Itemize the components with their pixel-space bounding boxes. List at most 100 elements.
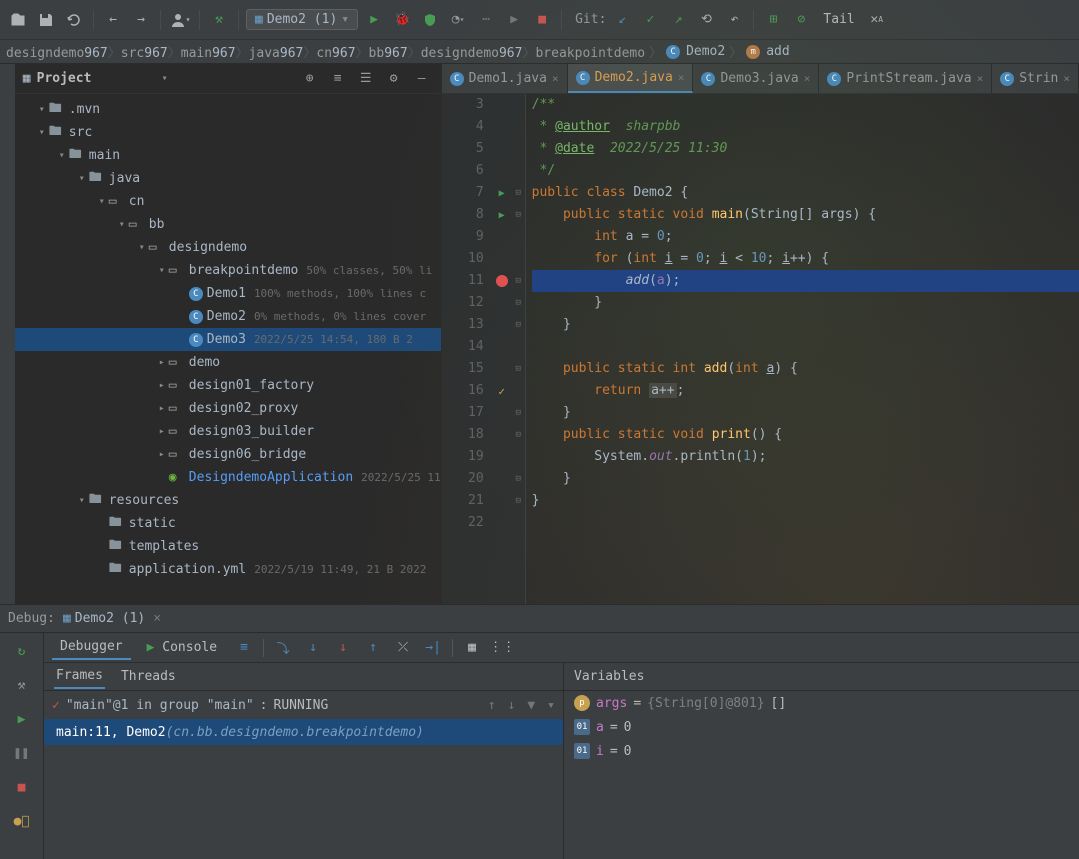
breadcrumb-item[interactable]: breakpointdemo: [535, 46, 645, 61]
refresh-icon[interactable]: [62, 8, 86, 32]
run-config-selector[interactable]: ▦ Demo2 (1) ▾: [246, 9, 358, 30]
user-icon[interactable]: ▾: [168, 8, 192, 32]
tree-item[interactable]: ▾ ▭ bb: [15, 213, 441, 236]
tab-file[interactable]: CDemo3.java×: [693, 64, 819, 93]
tree-item[interactable]: ▸ ▭ demo: [15, 351, 441, 374]
tree-item[interactable]: ▾ 🖿 java: [15, 167, 441, 190]
close-tab-icon[interactable]: ×: [552, 72, 559, 85]
project-title[interactable]: Project: [37, 71, 156, 86]
tree-item[interactable]: ▸ ▭ design03_builder: [15, 420, 441, 443]
tree-item[interactable]: ▸ ▭ design02_proxy: [15, 397, 441, 420]
step-over-icon[interactable]: ⤵: [272, 637, 294, 659]
undo-icon[interactable]: ↶: [722, 8, 746, 32]
tab-debugger[interactable]: Debugger: [52, 635, 131, 660]
tree-item[interactable]: ◉ DesigndemoApplication 2022/5/25 11: [15, 466, 441, 489]
drop-frame-icon[interactable]: ⤫: [392, 637, 414, 659]
build-icon[interactable]: ⚒: [207, 8, 231, 32]
tab-file[interactable]: CDemo1.java×: [442, 64, 568, 93]
tree-item[interactable]: C Demo1 100% methods, 100% lines c: [15, 282, 441, 305]
tree-item[interactable]: ▾ 🖿 src: [15, 121, 441, 144]
open-icon[interactable]: [6, 8, 30, 32]
modify-icon[interactable]: ⚒: [10, 673, 34, 697]
tree-item[interactable]: 🖿 application.yml 2022/5/19 11:49, 21 B …: [15, 558, 441, 581]
close-tab-icon[interactable]: ×: [678, 71, 685, 84]
close-tab-icon[interactable]: ×: [977, 72, 984, 85]
fold-column[interactable]: ⊟⊟⊟⊟⊟⊟⊟⊟⊟⊟: [512, 94, 526, 604]
trace-icon[interactable]: ⋮⋮: [491, 637, 513, 659]
breadcrumb-item[interactable]: src: [121, 46, 144, 61]
tail-label[interactable]: Tail: [823, 12, 854, 27]
git-history-icon[interactable]: ⟲: [694, 8, 718, 32]
breadcrumb-item[interactable]: designdemo: [6, 46, 84, 61]
breadcrumb-item[interactable]: designdemo: [421, 46, 499, 61]
breadcrumb-item[interactable]: bb: [369, 46, 385, 61]
tree-item[interactable]: ▾ ▭ designdemo: [15, 236, 441, 259]
evaluate-icon[interactable]: ▦: [461, 637, 483, 659]
step-into-icon[interactable]: ↓: [302, 637, 324, 659]
run-to-cursor-icon[interactable]: →|: [422, 637, 444, 659]
variable-row[interactable]: 01 i = 0: [564, 739, 1079, 763]
save-icon[interactable]: [34, 8, 58, 32]
project-dropdown-icon[interactable]: ▾: [162, 73, 168, 84]
close-icon[interactable]: ×: [153, 611, 161, 626]
step-icon[interactable]: ▶: [502, 8, 526, 32]
project-view-icon[interactable]: ▦: [23, 71, 31, 86]
no-icon[interactable]: ⊘: [789, 8, 813, 32]
expand-icon[interactable]: ≡: [327, 68, 349, 90]
line-gutter[interactable]: 345678910111213141516171819202122: [442, 94, 492, 604]
tab-frames[interactable]: Frames: [54, 664, 105, 689]
tab-file[interactable]: CDemo2.java×: [568, 64, 694, 93]
run-icon[interactable]: ▶: [362, 8, 386, 32]
tree-item[interactable]: C Demo2 0% methods, 0% lines cover: [15, 305, 441, 328]
coverage-icon[interactable]: [418, 8, 442, 32]
force-step-icon[interactable]: ↓: [332, 637, 354, 659]
prev-frame-icon[interactable]: ↑: [488, 698, 496, 713]
variable-row[interactable]: p args = {String[0]@801} []: [564, 691, 1079, 715]
tree-item[interactable]: ▸ ▭ design06_bridge: [15, 443, 441, 466]
tree-item[interactable]: C Demo3 2022/5/25 14:54, 180 B 2: [15, 328, 441, 351]
tab-file[interactable]: CPrintStream.java×: [819, 64, 992, 93]
tree-item[interactable]: 🖿 static: [15, 512, 441, 535]
resume-icon[interactable]: ▶: [10, 707, 34, 731]
tab-threads[interactable]: Threads: [119, 665, 178, 688]
code-editor[interactable]: /** * @author sharpbb * @date 2022/5/25 …: [526, 94, 1079, 604]
project-tree[interactable]: ▾ 🖿 .mvn ▾ 🖿 src ▾ 🖿 main ▾ 🖿 java ▾ ▭: [15, 94, 441, 604]
more-icon[interactable]: ▾: [547, 698, 555, 713]
stop-icon[interactable]: ■: [530, 8, 554, 32]
profile-icon[interactable]: ◔▾: [446, 8, 470, 32]
collapse-icon[interactable]: ☰: [355, 68, 377, 90]
breadcrumb-item[interactable]: java: [249, 46, 280, 61]
show-exec-icon[interactable]: ≡: [233, 637, 255, 659]
tree-item[interactable]: ▾ 🖿 .mvn: [15, 98, 441, 121]
variable-row[interactable]: 01 a = 0: [564, 715, 1079, 739]
close-tab-icon[interactable]: ×: [804, 72, 811, 85]
mute-bp-icon[interactable]: ●⃠: [10, 809, 34, 833]
back-icon[interactable]: ←: [101, 8, 125, 32]
tab-file[interactable]: CStrin×: [992, 64, 1079, 93]
attach-icon[interactable]: ⋯: [474, 8, 498, 32]
frame-row[interactable]: main:11, Demo2 (cn.bb.designdemo.breakpo…: [44, 719, 563, 745]
thread-row[interactable]: ✓ "main"@1 in group "main" : RUNNING ↑ ↓…: [44, 691, 563, 719]
tree-item[interactable]: ▾ 🖿 main: [15, 144, 441, 167]
debug-icon[interactable]: 🐞: [390, 8, 414, 32]
close-tab-icon[interactable]: ×: [1063, 72, 1070, 85]
pause-icon[interactable]: ❚❚: [10, 741, 34, 765]
rerun-icon[interactable]: ↻: [10, 639, 34, 663]
breadcrumb-item[interactable]: main: [181, 46, 212, 61]
breadcrumb-class[interactable]: Demo2: [686, 44, 725, 59]
filter-icon[interactable]: ▼: [527, 698, 535, 713]
locate-icon[interactable]: ⊕: [299, 68, 321, 90]
tab-console[interactable]: ▶ Console: [139, 636, 225, 659]
next-frame-icon[interactable]: ↓: [508, 698, 516, 713]
translate-icon[interactable]: ✕A: [865, 8, 889, 32]
stop-icon[interactable]: ■: [10, 775, 34, 799]
tree-item[interactable]: 🖿 templates: [15, 535, 441, 558]
step-out-icon[interactable]: ↑: [362, 637, 384, 659]
git-commit-icon[interactable]: ✓: [638, 8, 662, 32]
hide-icon[interactable]: —: [411, 68, 433, 90]
git-push-icon[interactable]: ↗: [666, 8, 690, 32]
debug-config[interactable]: ▦ Demo2 (1) ×: [63, 611, 161, 626]
breadcrumb-method[interactable]: add: [766, 44, 789, 59]
forward-icon[interactable]: →: [129, 8, 153, 32]
gutter-icons[interactable]: ▶▶✓: [492, 94, 512, 604]
